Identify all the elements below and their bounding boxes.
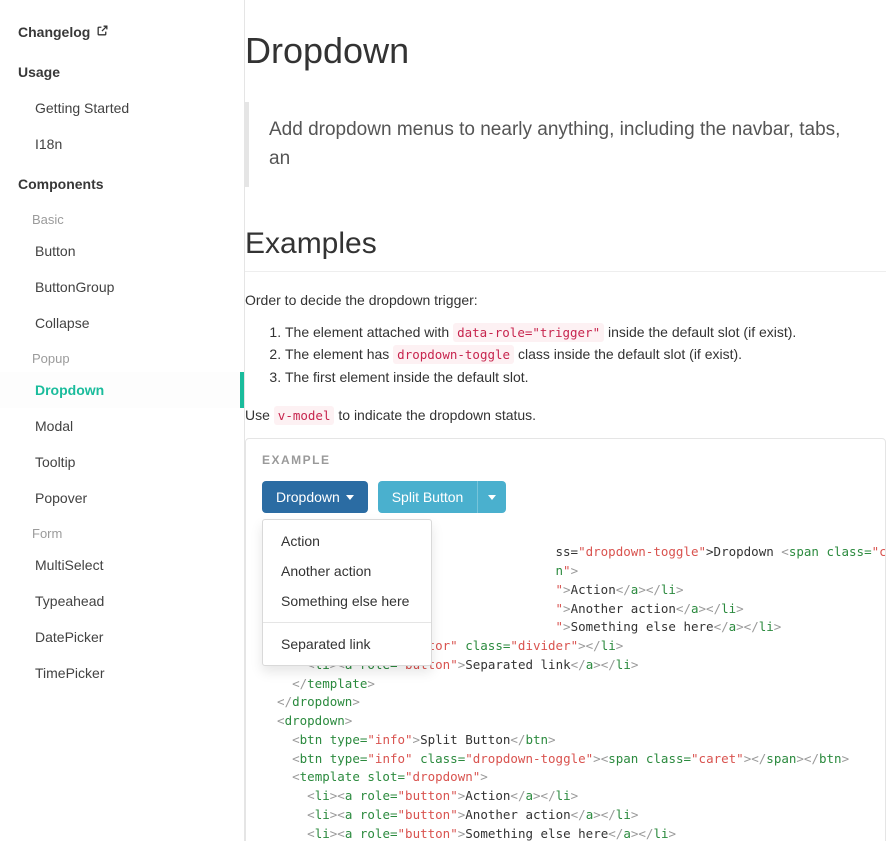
dropdown-menu-item[interactable]: Action (263, 526, 431, 556)
split-button-main[interactable]: Split Button (378, 481, 478, 513)
split-button-group: Split Button (378, 481, 507, 513)
example-body: Dropdown Split Button ActionAnother acti… (246, 467, 885, 529)
sidebar-item[interactable]: Popover (0, 480, 244, 516)
example-panel: EXAMPLE Dropdown Split Button (245, 438, 886, 841)
dropdown-button[interactable]: Dropdown (262, 481, 368, 513)
lead-block: Add dropdown menus to nearly anything, i… (245, 102, 886, 187)
sidebar-section-title: Components (0, 162, 244, 202)
page-title: Dropdown (245, 30, 886, 72)
split-button-label: Split Button (392, 489, 464, 505)
caret-icon (488, 495, 496, 500)
intro-text: Order to decide the dropdown trigger: (245, 290, 886, 312)
sidebar-item[interactable]: ButtonGroup (0, 269, 244, 305)
sidebar-section-title: Usage (0, 50, 244, 90)
split-button-toggle[interactable] (477, 481, 506, 513)
use-vmodel: Use v-model to indicate the dropdown sta… (245, 405, 886, 427)
dropdown-divider (263, 622, 431, 623)
sidebar-item[interactable]: TimePicker (0, 655, 244, 691)
sidebar-item[interactable]: Typeahead (0, 583, 244, 619)
rule-item: The first element inside the default slo… (285, 367, 886, 389)
caret-icon (346, 495, 354, 500)
sidebar-item[interactable]: MultiSelect (0, 547, 244, 583)
use-post: to indicate the dropdown status. (334, 407, 536, 423)
sidebar-section-title[interactable]: Changelog (0, 10, 244, 50)
use-pre: Use (245, 407, 274, 423)
example-label: EXAMPLE (246, 439, 885, 467)
sidebar-item[interactable]: Modal (0, 408, 244, 444)
sidebar-group-label: Basic (0, 202, 244, 233)
dropdown-menu-item[interactable]: Another action (263, 556, 431, 586)
sidebar-item[interactable]: Button (0, 233, 244, 269)
sidebar[interactable]: ChangelogUsageGetting StartedI18nCompone… (0, 0, 245, 841)
rules-list: The element attached with data-role="tri… (245, 322, 886, 389)
main-content: Dropdown Add dropdown menus to nearly an… (245, 0, 886, 841)
sidebar-group-label: Popup (0, 341, 244, 372)
dropdown-menu-item[interactable]: Something else here (263, 586, 431, 616)
dropdown-button-label: Dropdown (276, 489, 340, 505)
lead-text: Add dropdown menus to nearly anything, i… (269, 116, 866, 173)
sidebar-item[interactable]: Collapse (0, 305, 244, 341)
sidebar-item[interactable]: Getting Started (0, 90, 244, 126)
rule-item: The element attached with data-role="tri… (285, 322, 886, 344)
use-code: v-model (274, 406, 335, 425)
dropdown-menu-item[interactable]: Separated link (263, 629, 431, 659)
sidebar-item[interactable]: I18n (0, 126, 244, 162)
rule-item: The element has dropdown-toggle class in… (285, 344, 886, 366)
external-link-icon (96, 24, 109, 40)
sidebar-item[interactable]: Tooltip (0, 444, 244, 480)
sidebar-group-label: Form (0, 516, 244, 547)
examples-heading: Examples (245, 227, 886, 272)
sidebar-item[interactable]: Dropdown (0, 372, 244, 408)
dropdown-menu: ActionAnother actionSomething else here S… (262, 519, 432, 666)
sidebar-item[interactable]: DatePicker (0, 619, 244, 655)
